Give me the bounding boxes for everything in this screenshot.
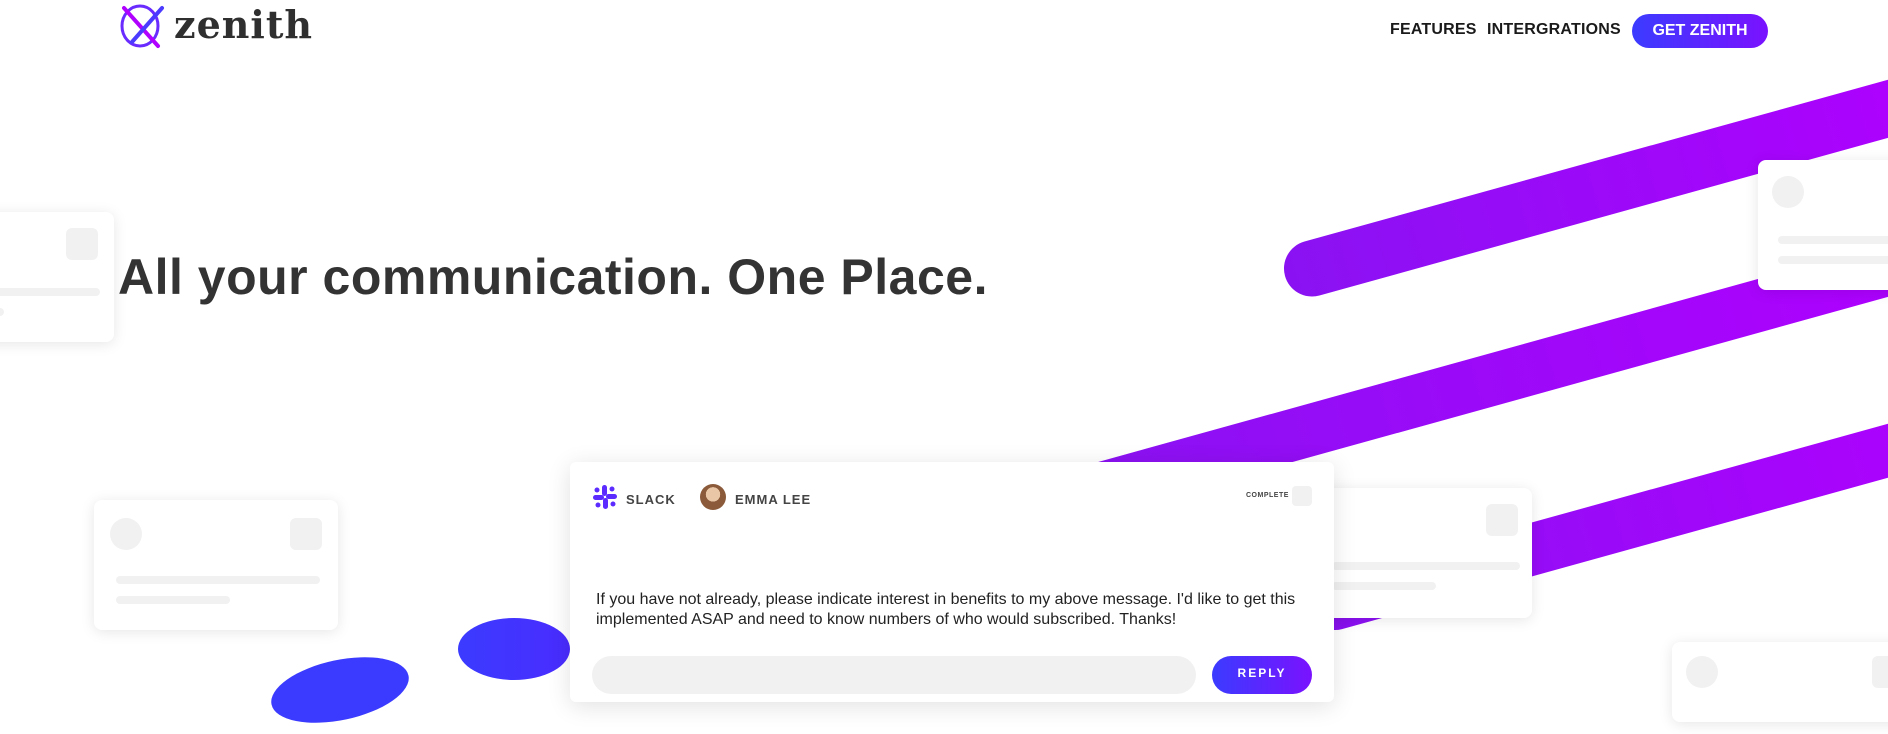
placeholder-line bbox=[0, 288, 100, 296]
source-label: SLACK bbox=[626, 492, 676, 507]
placeholder-line bbox=[116, 576, 320, 584]
placeholder-line bbox=[1332, 562, 1520, 570]
complete-label: COMPLETE bbox=[1246, 492, 1289, 499]
avatar bbox=[700, 484, 726, 510]
logo-wordmark: zenith bbox=[174, 2, 313, 47]
placeholder-line bbox=[1332, 582, 1436, 590]
get-zenith-button[interactable]: GET ZENITH bbox=[1632, 14, 1768, 48]
placeholder-square bbox=[290, 518, 322, 550]
placeholder-card bbox=[1312, 488, 1532, 618]
placeholder-line bbox=[0, 308, 4, 316]
sender-name: EMMA LEE bbox=[735, 492, 812, 507]
nav-link-features[interactable]: FEATURES bbox=[1390, 21, 1477, 39]
placeholder-card bbox=[0, 212, 114, 342]
placeholder-line bbox=[1778, 236, 1888, 244]
placeholder-line bbox=[116, 596, 230, 604]
complete-checkbox[interactable] bbox=[1292, 486, 1312, 506]
placeholder-line bbox=[1778, 256, 1888, 264]
reply-button[interactable]: REPLY bbox=[1212, 656, 1312, 694]
placeholder-square bbox=[1872, 656, 1888, 688]
logo[interactable]: zenith bbox=[118, 2, 312, 50]
reply-input[interactable] bbox=[592, 656, 1196, 694]
logo-icon bbox=[120, 4, 164, 48]
message-text: If you have not already, please indicate… bbox=[596, 591, 1296, 628]
placeholder-square bbox=[1486, 504, 1518, 536]
hero-title: All your communication. One Place. bbox=[118, 249, 988, 305]
decorative-blob bbox=[265, 646, 415, 734]
slack-icon bbox=[593, 485, 617, 509]
placeholder-square bbox=[66, 228, 98, 260]
placeholder-card bbox=[1758, 160, 1888, 290]
placeholder-circle bbox=[110, 518, 142, 550]
placeholder-card bbox=[94, 500, 338, 630]
placeholder-circle bbox=[1686, 656, 1718, 688]
nav-link-integrations[interactable]: INTERGRATIONS bbox=[1487, 21, 1621, 39]
message-card: SLACK EMMA LEE COMPLETE If you have not … bbox=[570, 462, 1334, 702]
decorative-blob bbox=[458, 618, 570, 680]
placeholder-card bbox=[1672, 642, 1888, 722]
placeholder-circle bbox=[1772, 176, 1804, 208]
